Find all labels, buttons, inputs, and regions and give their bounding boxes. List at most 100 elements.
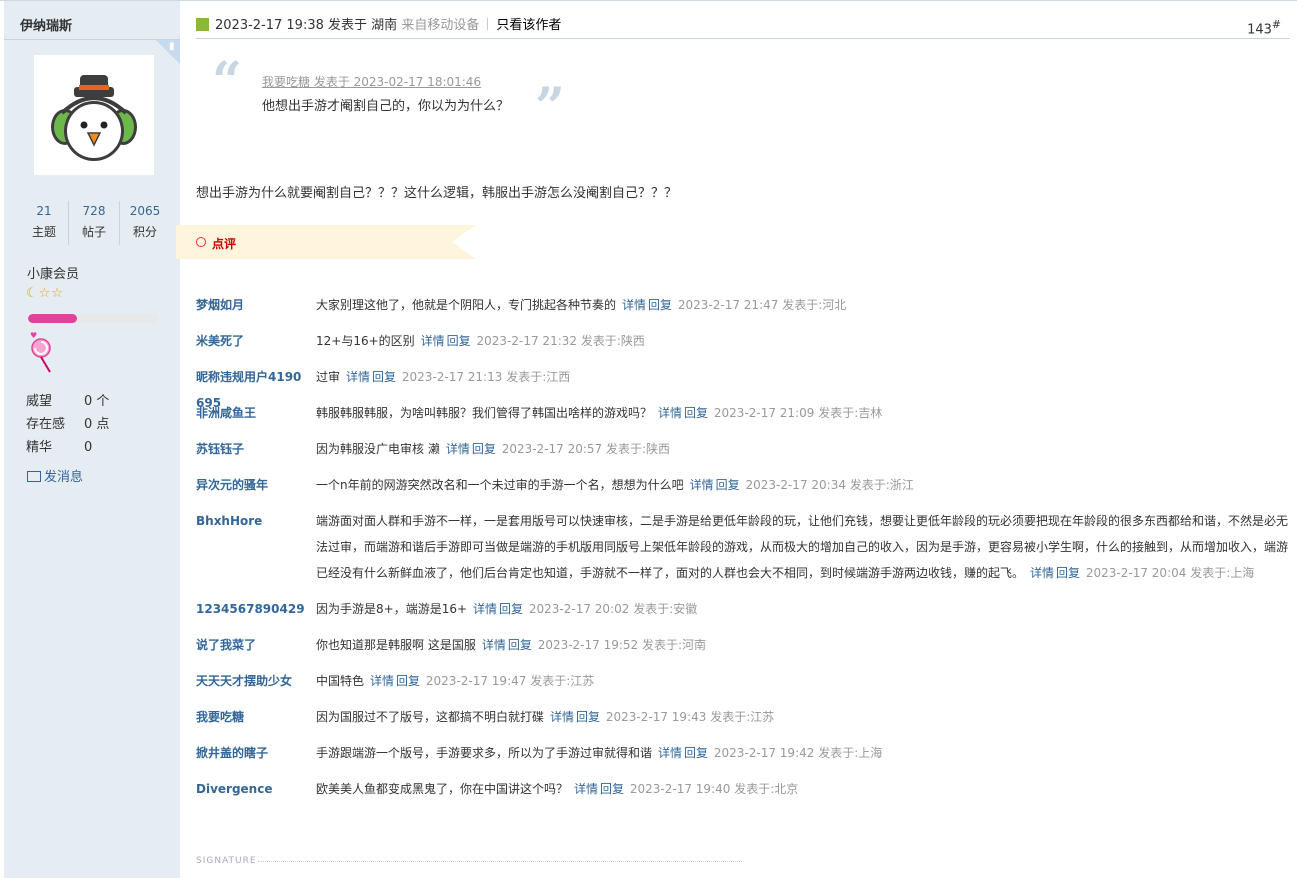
comment-author[interactable]: 天天天才摆助少女	[196, 668, 306, 694]
comment-row: Divergence 欧美美人鱼都变成黑鬼了，你在中国讲这个吗？ 详情 回复 2023…	[196, 772, 1292, 808]
comment-row: 说了我菜了 你也知道那是韩服啊 这是国服 详情 回复 2023-2-17 19:52 …	[196, 628, 1292, 664]
lollipop-icon: ♥	[30, 331, 51, 373]
only-author-link[interactable]: 只看该作者	[496, 18, 561, 33]
comment-reply-link[interactable]: 回复	[648, 298, 672, 312]
comment-author[interactable]: 异次元的骚年	[196, 472, 306, 498]
comment-content: 韩服韩服韩服，为啥叫韩服？我们管得了韩国出啥样的游戏吗？ 详情 回复 2023-2-…	[316, 400, 1292, 426]
comment-author[interactable]: 非洲咸鱼王	[196, 400, 306, 426]
comment-detail-link[interactable]: 详情	[1030, 566, 1054, 580]
comment-reply-link[interactable]: 回复	[396, 674, 420, 688]
user-group[interactable]: 小康会员	[27, 263, 79, 282]
comment-reply-link[interactable]: 回复	[576, 710, 600, 724]
comment-reply-link[interactable]: 回复	[684, 746, 708, 760]
comment-row: 1234567890429 因为手游是8+，端游是16+ 详情 回复 2023-2-1…	[196, 592, 1292, 628]
info-key: 精华	[26, 440, 53, 455]
comment-row: BhxhHore 端游面对面人群和手游不一样，一是套用版号可以快速审核，二是手游是…	[196, 504, 1292, 592]
comment-author[interactable]: 米美死了	[196, 328, 306, 354]
comment-reply-link[interactable]: 回复	[499, 602, 523, 616]
comment-detail-link[interactable]: 详情	[574, 782, 598, 796]
comment-author[interactable]: 掀井盖的瞎子	[196, 740, 306, 766]
post-location: 湖南	[371, 18, 398, 33]
comment-text: 12+与16+的区别	[316, 334, 415, 348]
stat-divider	[68, 201, 69, 245]
comment-author[interactable]: 我要吃糖	[196, 704, 306, 730]
comment-text: 一个n年前的网游突然改名和一个未过审的手游一个名，想想为什么吧	[316, 478, 684, 492]
comment-detail-link[interactable]: 详情	[446, 442, 470, 456]
quote-header[interactable]: 我要吃糖 发表于 2023-02-17 18:01:46	[262, 73, 481, 90]
floor-number-value: 143	[1247, 22, 1272, 38]
comment-detail-link[interactable]: 详情	[658, 746, 682, 760]
comment-row: 米美死了 12+与16+的区别 详情 回复 2023-2-17 21:32 发表于:陕…	[196, 324, 1292, 360]
comment-author[interactable]: BhxhHore	[196, 508, 306, 534]
comment-content: 因为手游是8+，端游是16+ 详情 回复 2023-2-17 20:02 发表于:安…	[316, 596, 1292, 622]
comment-detail-link[interactable]: 详情	[482, 638, 506, 652]
floor-number[interactable]: 143#	[1247, 18, 1281, 37]
quote-body: 他想出手游才阉割自己的，你以为为什么？	[262, 99, 510, 114]
info-key: 存在感	[26, 417, 66, 432]
comment-content: 一个n年前的网游突然改名和一个未过审的手游一个名，想想为什么吧 详情 回复 2023…	[316, 472, 1292, 498]
comment-author[interactable]: Divergence	[196, 776, 306, 802]
stat-points[interactable]: 2065 积分	[121, 201, 169, 243]
level-stars-icon: ☾☆☆	[26, 286, 64, 301]
comment-content: 端游面对面人群和手游不一样，一是套用版号可以快速审核，二是手游是给更低年龄段的玩…	[316, 508, 1292, 586]
user-info: 威望 0 个 存在感 0 点 精华 0	[26, 390, 109, 459]
svg-text:♥: ♥	[30, 331, 37, 340]
comment-detail-link[interactable]: 详情	[658, 406, 682, 420]
comment-detail-link[interactable]: 详情	[473, 602, 497, 616]
comment-author[interactable]: 1234567890429	[196, 596, 306, 622]
comment-reply-link[interactable]: 回复	[1056, 566, 1080, 580]
comment-text: 因为国服过不了版号，这都搞不明白就打碟	[316, 710, 545, 724]
comment-reply-link[interactable]: 回复	[372, 370, 396, 384]
author-name[interactable]: 伊纳瑞斯	[20, 15, 72, 34]
send-message-label: 发消息	[44, 470, 84, 485]
comment-row: 苏钰钰子 因为韩服没广电审核 濑详情 回复 2023-2-17 20:57 发表于:…	[196, 432, 1292, 468]
comment-content: 手游跟端游一个版号，手游要求多，所以为了手游过审就得和谐 详情 回复 2023-2-…	[316, 740, 1292, 766]
comment-time: 2023-2-17 19:42 发表于:上海	[713, 746, 883, 760]
posted-in-label: 发表于	[328, 18, 368, 33]
mobile-post-badge	[156, 40, 180, 64]
comment-text: 过审	[316, 370, 341, 384]
comment-detail-link[interactable]: 详情	[370, 674, 394, 688]
info-digest: 精华 0	[26, 436, 109, 459]
stat-threads-count: 21	[36, 204, 52, 218]
quote-open-icon: “	[212, 51, 242, 112]
comment-detail-link[interactable]: 详情	[690, 478, 714, 492]
comment-author[interactable]: 苏钰钰子	[196, 436, 306, 462]
comment-text: 因为手游是8+，端游是16+	[316, 602, 468, 616]
comment-time: 2023-2-17 21:32 发表于:陕西	[476, 334, 645, 348]
comment-time: 2023-2-17 19:43 发表于:江苏	[605, 710, 775, 724]
comment-text: 中国特色	[316, 674, 365, 688]
comment-content: 12+与16+的区别 详情 回复 2023-2-17 21:32 发表于:陕西	[316, 328, 1292, 354]
comment-ring-icon	[196, 237, 206, 247]
stat-points-label: 积分	[132, 225, 157, 239]
comment-time: 2023-2-17 19:40 发表于:北京	[629, 782, 799, 796]
info-prestige: 威望 0 个	[26, 390, 109, 413]
comment-reply-link[interactable]: 回复	[600, 782, 624, 796]
avatar[interactable]	[34, 55, 154, 175]
send-message-link[interactable]: 发消息	[27, 466, 83, 485]
comment-content: 你也知道那是韩服啊 这是国服 详情 回复 2023-2-17 19:52 发表于:河…	[316, 632, 1292, 658]
signature-label: SIGNATURE	[196, 856, 257, 866]
comment-row: 我要吃糖 因为国服过不了版号，这都搞不明白就打碟 详情 回复 2023-2-17 19…	[196, 700, 1292, 736]
comment-reply-link[interactable]: 回复	[684, 406, 708, 420]
online-user-icon	[196, 18, 209, 31]
comment-reply-link[interactable]: 回复	[716, 478, 740, 492]
comment-detail-link[interactable]: 详情	[346, 370, 370, 384]
comment-detail-link[interactable]: 详情	[550, 710, 574, 724]
lollipop-medal-icon[interactable]: ♥	[28, 330, 54, 377]
comment-reply-link[interactable]: 回复	[508, 638, 532, 652]
comment-author[interactable]: 说了我菜了	[196, 632, 306, 658]
comment-content: 因为国服过不了版号，这都搞不明白就打碟 详情 回复 2023-2-17 19:43 …	[316, 704, 1292, 730]
stat-threads[interactable]: 21 主题	[20, 201, 68, 243]
comment-reply-link[interactable]: 回复	[447, 334, 471, 348]
comment-author[interactable]: 梦烟如月	[196, 292, 306, 318]
signature-divider	[258, 861, 742, 862]
android-icon: ▮	[169, 41, 175, 52]
comments-header: 点评	[176, 225, 476, 259]
comment-time: 2023-2-17 21:09 发表于:吉林	[713, 406, 883, 420]
stat-posts[interactable]: 728 帖子	[70, 201, 118, 243]
comment-time: 2023-2-17 19:47 发表于:江苏	[425, 674, 595, 688]
comment-detail-link[interactable]: 详情	[421, 334, 445, 348]
comment-reply-link[interactable]: 回复	[472, 442, 496, 456]
comment-detail-link[interactable]: 详情	[622, 298, 646, 312]
